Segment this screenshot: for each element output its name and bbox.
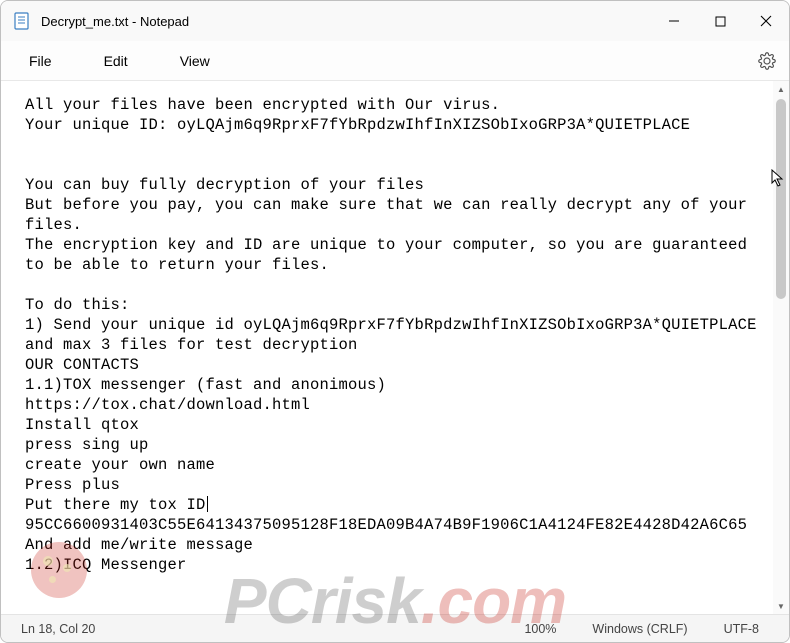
close-button[interactable]: [743, 1, 789, 41]
close-icon: [760, 15, 772, 27]
status-cursor-position: Ln 18, Col 20: [13, 622, 203, 636]
scroll-down-arrow-icon[interactable]: ▼: [773, 598, 789, 614]
scrollbar-thumb[interactable]: [776, 99, 786, 299]
text-editor[interactable]: All your files have been encrypted with …: [1, 81, 773, 614]
minimize-button[interactable]: [651, 1, 697, 41]
vertical-scrollbar[interactable]: ▲ ▼: [773, 81, 789, 614]
minimize-icon: [668, 15, 680, 27]
maximize-button[interactable]: [697, 1, 743, 41]
menu-view[interactable]: View: [168, 47, 226, 75]
statusbar: Ln 18, Col 20 100% Windows (CRLF) UTF-8: [1, 614, 789, 642]
text-caret: [207, 496, 208, 512]
status-line-ending[interactable]: Windows (CRLF): [574, 622, 705, 636]
maximize-icon: [715, 16, 726, 27]
gear-icon: [758, 52, 776, 70]
notepad-window: Decrypt_me.txt - Notepad File Edit View …: [0, 0, 790, 643]
menu-edit[interactable]: Edit: [92, 47, 144, 75]
content-area: All your files have been encrypted with …: [1, 81, 789, 614]
status-zoom[interactable]: 100%: [506, 622, 574, 636]
notepad-app-icon: [13, 12, 31, 30]
scroll-up-arrow-icon[interactable]: ▲: [773, 81, 789, 97]
menubar: File Edit View: [1, 41, 789, 81]
titlebar[interactable]: Decrypt_me.txt - Notepad: [1, 1, 789, 41]
window-controls: [651, 1, 789, 41]
settings-button[interactable]: [749, 43, 785, 79]
window-title: Decrypt_me.txt - Notepad: [41, 14, 651, 29]
status-encoding[interactable]: UTF-8: [706, 622, 777, 636]
menu-file[interactable]: File: [17, 47, 68, 75]
